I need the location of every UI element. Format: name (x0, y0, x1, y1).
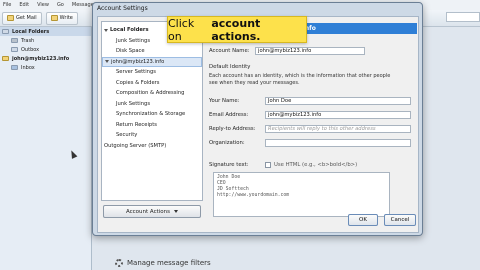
use-html-checkbox[interactable] (265, 162, 271, 168)
email-label: Email Address: (209, 112, 249, 118)
expand-icon[interactable] (105, 60, 109, 64)
organization-input[interactable] (265, 139, 411, 147)
menu-file[interactable]: File (3, 2, 11, 8)
envelope-icon (7, 15, 14, 21)
use-html-label: Use HTML (e.g., <b>bold</b>) (274, 162, 358, 168)
outbox-icon (11, 47, 18, 52)
tutorial-callout: Click on account actions. (167, 16, 307, 43)
tree-outgoing-server[interactable]: Outgoing Server (SMTP) (102, 141, 202, 152)
folder-outbox[interactable]: Outbox (0, 45, 91, 54)
mail-account-icon (2, 56, 9, 61)
inbox-icon (11, 65, 18, 70)
tree-item-label: john@mybiz123.info (111, 58, 165, 65)
tree-item-label: Junk Settings (116, 37, 151, 44)
dialog-title: Account Settings (97, 5, 148, 12)
folder-label: Local Folders (12, 28, 50, 35)
your-name-row: Your Name: John Doe (209, 97, 411, 105)
tree-security[interactable]: Security (102, 130, 202, 141)
folder-trash[interactable]: Trash (0, 36, 91, 45)
folder-label: Trash (21, 37, 35, 44)
pencil-icon (50, 15, 58, 21)
cancel-button[interactable]: Cancel (384, 214, 416, 226)
tree-server-settings[interactable]: Server Settings (102, 67, 202, 78)
menu-edit[interactable]: Edit (19, 2, 29, 8)
chevron-down-icon (174, 210, 179, 213)
folder-pane: Local Folders Trash Outbox john@mybiz123… (0, 27, 92, 270)
tree-item-label: Disk Space (116, 48, 145, 55)
ok-button[interactable]: OK (348, 214, 378, 226)
organization-label: Organization: (209, 140, 245, 146)
tree-account-john[interactable]: john@mybiz123.info (102, 56, 202, 67)
get-mail-label: Get Mail (16, 15, 37, 21)
reply-to-input[interactable]: Recipients will reply to this other addr… (265, 125, 411, 133)
folder-label: Outbox (21, 46, 40, 53)
account-name-input[interactable]: john@mybiz123.info (255, 47, 365, 55)
reply-to-label: Reply-to Address: (209, 126, 256, 132)
write-button[interactable]: Write (45, 11, 78, 25)
signature-label: Signature text: (209, 162, 249, 168)
tree-item-label: Outgoing Server (SMTP) (104, 142, 167, 149)
callout-prefix: Click on (168, 16, 195, 43)
organization-row: Organization: (209, 139, 411, 147)
callout-emphasis: account actions. (211, 16, 261, 43)
account-settings-pane: mybiz123.info Account Name: john@mybiz12… (206, 21, 417, 221)
tree-item-label: Server Settings (116, 69, 156, 76)
folder-local-folders[interactable]: Local Folders (0, 27, 91, 36)
account-actions-label: Account Actions (125, 208, 171, 215)
tree-junk-settings[interactable]: Junk Settings (102, 99, 202, 110)
your-name-input[interactable]: John Doe (265, 97, 411, 105)
expand-icon[interactable] (104, 28, 108, 32)
default-identity-title: Default Identity (209, 64, 251, 70)
your-name-label: Your Name: (209, 98, 240, 104)
folder-label: john@mybiz123.info (12, 55, 70, 62)
get-mail-button[interactable]: Get Mail (2, 11, 42, 25)
email-input[interactable]: john@mybiz123.info (265, 111, 411, 119)
tree-item-label: Local Folders (110, 27, 149, 34)
account-name-row: Account Name: john@mybiz123.info (209, 47, 365, 55)
tree-sync-storage[interactable]: Synchronization & Storage (102, 109, 202, 120)
gear-icon (115, 259, 123, 267)
account-name-label: Account Name: (209, 48, 250, 54)
folder-inbox[interactable]: Inbox (0, 63, 91, 72)
account-actions-button[interactable]: Account Actions (103, 205, 201, 218)
write-label: Write (59, 15, 73, 21)
folder-account[interactable]: john@mybiz123.info (0, 54, 91, 63)
folder-icon (2, 29, 9, 34)
folder-label: Inbox (21, 64, 35, 71)
menu-view[interactable]: View (37, 2, 49, 8)
dialog-body: Local Folders Junk Settings Disk Space j… (97, 16, 419, 233)
menu-go[interactable]: Go (57, 2, 64, 8)
signature-row: Signature text: Use HTML (e.g., <b>bold<… (209, 162, 357, 168)
cancel-label: Cancel (390, 217, 410, 223)
tree-return-receipts[interactable]: Return Receipts (102, 120, 202, 131)
ok-label: OK (359, 217, 367, 223)
signature-textarea[interactable]: John Doe CEO JD Softtech http://www.your… (213, 172, 390, 217)
reply-to-row: Reply-to Address: Recipients will reply … (209, 125, 411, 133)
tree-item-label: Return Receipts (116, 121, 157, 128)
menu-message[interactable]: Message (72, 2, 94, 8)
account-tree: Local Folders Junk Settings Disk Space j… (101, 21, 203, 201)
manage-filters-label: Manage message filters (127, 259, 211, 267)
trash-icon (11, 38, 18, 43)
tree-item-label: Synchronization & Storage (116, 111, 186, 118)
tree-item-label: Security (116, 132, 138, 139)
tree-item-label: Copies & Folders (116, 79, 160, 86)
tree-disk-space[interactable]: Disk Space (102, 46, 202, 57)
manage-filters-link[interactable]: Manage message filters (115, 259, 211, 267)
email-row: Email Address: john@mybiz123.info (209, 111, 411, 119)
tree-item-label: Composition & Addressing (116, 90, 185, 97)
quick-filter-field[interactable] (446, 12, 480, 22)
identity-description-2: see when they read your messages. (209, 80, 300, 86)
tree-item-label: Junk Settings (116, 100, 151, 107)
tree-copies-folders[interactable]: Copies & Folders (102, 78, 202, 89)
tree-composition-addressing[interactable]: Composition & Addressing (102, 88, 202, 99)
identity-description-1: Each account has an identity, which is t… (209, 73, 391, 79)
